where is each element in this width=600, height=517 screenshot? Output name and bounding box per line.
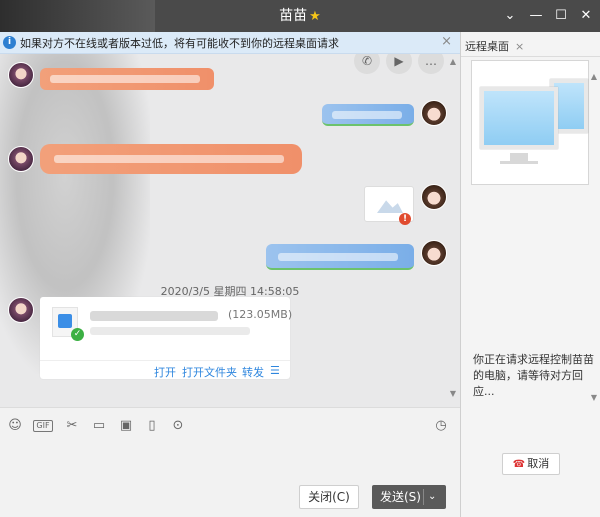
remote-request-status: 你正在请求远程控制苗苗的电脑，请等待对方回应...: [473, 353, 594, 398]
image-icon[interactable]: ▣: [117, 417, 135, 435]
emoji-icon[interactable]: ☺: [6, 417, 24, 435]
info-icon: i: [3, 36, 16, 49]
blurred-text: [278, 253, 398, 261]
remote-desktop-panel: 远程桌面 × ▲ ▼ 你正在请求远程控制苗苗的电脑，请等待对方回应... ☎ 取消: [461, 32, 600, 517]
avatar[interactable]: [421, 240, 447, 266]
tab-underline: [461, 56, 600, 57]
monitor-stand: [510, 153, 528, 161]
image-message[interactable]: !: [364, 186, 414, 225]
contact-name: 苗苗: [279, 8, 308, 24]
forward-link[interactable]: 转发: [242, 364, 264, 380]
maximize-icon[interactable]: ☐: [553, 8, 569, 24]
scissors-icon[interactable]: ✂: [63, 417, 81, 435]
send-options-chevron-icon[interactable]: ⌄: [428, 485, 436, 509]
file-size: (123.05MB): [228, 308, 293, 321]
voice-call-icon[interactable]: ✆: [354, 54, 380, 74]
history-icon[interactable]: ◷: [432, 417, 450, 435]
remote-desktop-illustration: [471, 60, 589, 185]
avatar[interactable]: [421, 184, 447, 210]
more-icon[interactable]: ⊙: [169, 417, 187, 435]
hang-up-icon: ☎: [512, 459, 526, 470]
chat-area[interactable]: ✆ ▶… ! 2020/3/5 星期四 14:58:05 ✓ (123.05MB): [0, 54, 460, 407]
message-bubble[interactable]: [40, 144, 302, 174]
open-folder-link[interactable]: 打开文件夹: [182, 364, 237, 380]
monitor-icon: [480, 87, 558, 149]
file-info-blurred: [90, 327, 250, 335]
file-type-icon: ✓: [52, 307, 84, 341]
chat-top-actions: ✆ ▶ …: [348, 54, 444, 74]
chevron-down-icon[interactable]: ⌄: [502, 8, 518, 24]
scroll-down-icon[interactable]: ▼: [449, 390, 457, 398]
file-actions: 打开 打开文件夹 转发 ☰: [40, 360, 290, 379]
send-button[interactable]: 发送(S) ⌄: [372, 485, 446, 509]
avatar[interactable]: [8, 62, 34, 88]
open-file-link[interactable]: 打开: [154, 364, 176, 380]
check-icon: ✓: [71, 328, 84, 341]
message-bubble[interactable]: [322, 104, 414, 126]
folder-icon[interactable]: ▭: [90, 417, 108, 435]
avatar[interactable]: [8, 297, 34, 323]
menu-icon[interactable]: ☰: [270, 364, 280, 377]
star-icon: ★: [309, 9, 321, 24]
close-icon[interactable]: ✕: [578, 8, 594, 24]
cancel-button[interactable]: ☎ 取消: [502, 453, 560, 475]
blurred-text: [332, 111, 402, 119]
title-bar: 苗苗 ★ ⌄ — ☐ ✕: [0, 0, 600, 32]
message-bubble[interactable]: [266, 244, 414, 270]
image-placeholder-icon: [377, 200, 403, 213]
avatar[interactable]: [421, 100, 447, 126]
tab-close-icon[interactable]: ×: [515, 40, 524, 53]
notice-text: 如果对方不在线或者版本过低，将有可能收不到你的远程桌面请求: [20, 37, 339, 50]
avatar[interactable]: [8, 146, 34, 172]
screen-record-icon[interactable]: ▯: [143, 417, 161, 435]
file-name-blurred: [90, 311, 218, 321]
blurred-text: [54, 155, 284, 163]
file-badge-icon: [58, 314, 72, 328]
tab-remote-desktop[interactable]: 远程桌面 ×: [465, 38, 524, 56]
video-call-icon[interactable]: ▶: [386, 54, 412, 74]
notice-close-icon[interactable]: ×: [441, 34, 452, 49]
scroll-up-icon[interactable]: ▲: [449, 58, 457, 66]
tab-label: 远程桌面: [465, 40, 509, 53]
file-message-card[interactable]: ✓ (123.05MB) 打开 打开文件夹 转发 ☰: [40, 297, 293, 379]
message-bubble[interactable]: [40, 68, 214, 90]
gif-icon[interactable]: GIF: [33, 420, 53, 432]
send-label: 发送(S): [380, 490, 421, 504]
error-icon[interactable]: !: [399, 213, 411, 225]
minimize-icon[interactable]: —: [528, 8, 544, 24]
close-button[interactable]: 关闭(C): [299, 485, 359, 509]
more-actions-icon[interactable]: …: [418, 54, 444, 74]
chat-scrollbar[interactable]: ▲ ▼: [449, 58, 457, 398]
cancel-label: 取消: [527, 457, 550, 470]
blurred-text: [50, 75, 200, 83]
send-divider: [423, 489, 424, 505]
scroll-up-icon[interactable]: ▲: [590, 72, 598, 81]
message-toolbar: ☺ GIF ✂ ▭ ▣ ▯ ⊙ ◷: [0, 407, 460, 443]
monitor-base: [500, 161, 538, 164]
notice-bar: i 如果对方不在线或者版本过低，将有可能收不到你的远程桌面请求 ×: [0, 32, 460, 54]
